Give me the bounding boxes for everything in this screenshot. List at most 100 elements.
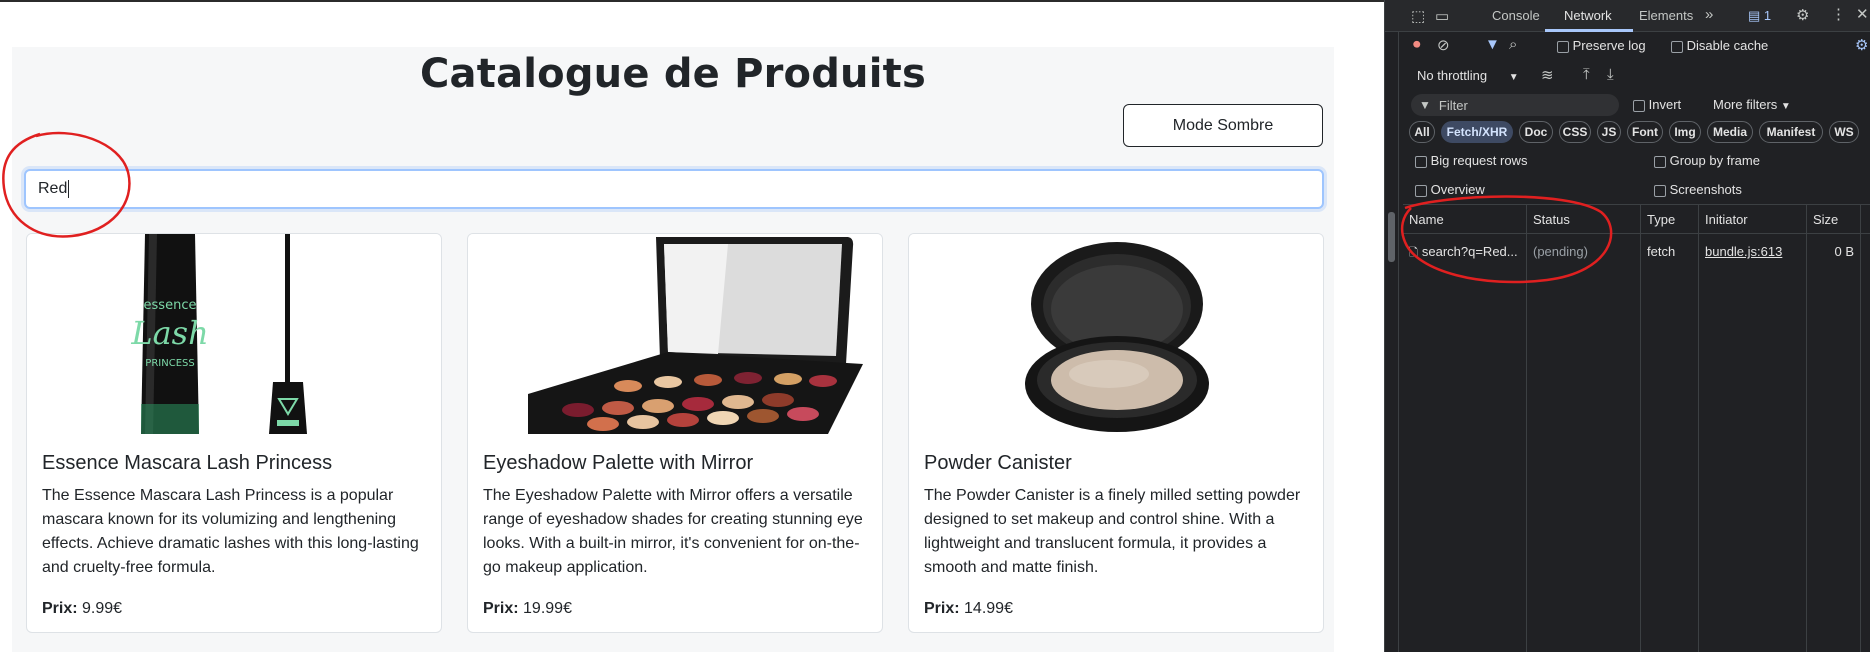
product-description: The Eyeshadow Palette with Mirror offers… (483, 487, 863, 576)
big-request-rows-checkbox[interactable]: Big request rows (1415, 153, 1527, 168)
clear-icon[interactable]: ⊘ (1437, 36, 1450, 54)
page-title: Catalogue de Produits (420, 51, 926, 97)
scrollbar-thumb[interactable] (1388, 212, 1395, 262)
throttling-select[interactable]: No throttling ▼ (1417, 68, 1519, 83)
chip-fetch-xhr[interactable]: Fetch/XHR (1441, 121, 1513, 143)
invert-label: Invert (1648, 97, 1682, 112)
screenshots-checkbox[interactable]: Screenshots (1654, 182, 1742, 197)
filter-icon: ▼ (1419, 98, 1431, 112)
chip-img[interactable]: Img (1669, 121, 1701, 143)
filter-input[interactable]: ▼ Filter (1411, 94, 1619, 116)
request-status: (pending) (1533, 244, 1588, 259)
more-options-icon[interactable]: ⋮ (1831, 5, 1846, 23)
search-input-value: Red (38, 180, 68, 197)
mascara-lash-text: Lash (130, 314, 208, 352)
column-header-type[interactable]: Type (1647, 212, 1675, 227)
product-name: Eyeshadow Palette with Mirror (483, 452, 754, 474)
product-price: Prix: 19.99€ (483, 600, 572, 618)
chip-manifest[interactable]: Manifest (1759, 121, 1823, 143)
more-tabs-icon[interactable]: » (1705, 6, 1713, 23)
chip-css[interactable]: CSS (1559, 121, 1591, 143)
price-value: 9.99€ (82, 600, 123, 617)
preserve-log-checkbox[interactable]: Preserve log (1557, 38, 1646, 53)
column-header-name[interactable]: Name (1409, 212, 1444, 227)
throttling-value: No throttling (1417, 68, 1488, 83)
disable-cache-checkbox[interactable]: Disable cache (1671, 38, 1768, 53)
active-tab-indicator (1545, 29, 1633, 32)
product-card[interactable]: Powder Canister The Powder Canister is a… (908, 233, 1324, 633)
product-price: Prix: 14.99€ (924, 600, 1013, 618)
product-description: The Powder Canister is a finely milled s… (924, 487, 1301, 576)
product-price: Prix: 9.99€ (42, 600, 122, 618)
record-stop-icon[interactable]: ⏺ (1413, 36, 1421, 53)
devtools-scrollbar[interactable] (1385, 32, 1399, 652)
more-filters-label: More filters (1713, 97, 1778, 112)
document-icon: 🗋 (1409, 247, 1418, 259)
screenshots-label: Screenshots (1669, 182, 1742, 197)
inspect-element-icon[interactable]: ⬚ (1411, 7, 1425, 25)
price-value: 14.99€ (964, 600, 1013, 617)
devtools-tab-bar: ⬚ ▭ Console Network Elements » ▤ 1 ⚙ ⋮ ✕ (1385, 0, 1870, 32)
overview-label: Overview (1430, 182, 1485, 197)
tab-console[interactable]: Console (1492, 8, 1540, 23)
chip-font[interactable]: Font (1627, 121, 1663, 143)
product-card[interactable]: essence Lash PRINCESS Essence Mascara La… (26, 233, 442, 633)
eyeshadow-palette-image (468, 234, 882, 434)
network-conditions-icon[interactable]: ≋ (1541, 66, 1554, 84)
devtools-panel: ⬚ ▭ Console Network Elements » ▤ 1 ⚙ ⋮ ✕… (1384, 0, 1870, 652)
price-label: Prix: (483, 600, 519, 617)
column-header-size[interactable]: Size (1813, 212, 1838, 227)
invert-checkbox[interactable]: Invert (1633, 97, 1681, 112)
throttling-row: No throttling ▼ ≋ ⤒ ⤓ (1385, 66, 1870, 86)
import-har-icon[interactable]: ⤒ (1583, 66, 1590, 83)
mascara-brand-text: essence (144, 298, 197, 313)
big-request-rows-label: Big request rows (1430, 153, 1528, 168)
search-input[interactable]: Red (24, 169, 1324, 209)
request-name[interactable]: 🗋 search?q=Red... (1409, 244, 1518, 263)
group-by-frame-checkbox[interactable]: Group by frame (1654, 153, 1760, 168)
column-type: Type fetch (1641, 204, 1699, 652)
filter-placeholder: Filter (1438, 97, 1468, 113)
network-settings-icon[interactable]: ⚙ (1855, 36, 1868, 54)
price-value: 19.99€ (523, 600, 572, 617)
filter-funnel-icon[interactable]: ▼ (1485, 36, 1500, 53)
search-icon[interactable]: ⌕ (1509, 36, 1517, 53)
tab-elements[interactable]: Elements (1639, 8, 1693, 23)
mascara-princess-text: PRINCESS (145, 358, 194, 369)
product-name: Powder Canister (924, 452, 1072, 474)
product-description: The Essence Mascara Lash Princess is a p… (42, 487, 419, 576)
preserve-log-label: Preserve log (1572, 38, 1646, 53)
overview-checkbox[interactable]: Overview (1415, 182, 1485, 197)
network-toolbar: ⏺ ⊘ ▼ ⌕ Preserve log Disable cache ⚙ (1385, 36, 1870, 58)
issues-badge[interactable]: ▤ 1 (1748, 8, 1771, 24)
chip-ws[interactable]: WS (1829, 121, 1859, 143)
product-grid: essence Lash PRINCESS Essence Mascara La… (26, 233, 1324, 633)
column-status: Status (pending) (1527, 204, 1641, 652)
device-toolbar-icon[interactable]: ▭ (1435, 7, 1449, 25)
export-har-icon[interactable]: ⤓ (1607, 66, 1614, 83)
tab-network[interactable]: Network (1564, 8, 1612, 23)
more-filters-dropdown[interactable]: More filters ▼ (1713, 97, 1791, 112)
request-size: 0 B (1834, 244, 1854, 259)
column-header-initiator[interactable]: Initiator (1705, 212, 1748, 227)
column-header-status[interactable]: Status (1533, 212, 1570, 227)
column-initiator: Initiator bundle.js:613 (1699, 204, 1807, 652)
settings-icon[interactable]: ⚙ (1796, 6, 1809, 24)
request-initiator-link[interactable]: bundle.js:613 (1705, 244, 1782, 259)
disable-cache-label: Disable cache (1686, 38, 1769, 53)
close-icon[interactable]: ✕ (1856, 5, 1869, 23)
column-name: Name 🗋 search?q=Red... (1403, 204, 1527, 652)
request-type: fetch (1647, 244, 1676, 259)
chip-js[interactable]: JS (1597, 121, 1621, 143)
chip-doc[interactable]: Doc (1519, 121, 1553, 143)
issues-count: 1 (1763, 8, 1772, 23)
catalogue-container: Catalogue de Produits Mode Sombre Red es… (12, 47, 1334, 652)
chip-media[interactable]: Media (1707, 121, 1753, 143)
chip-all[interactable]: All (1409, 121, 1435, 143)
product-name: Essence Mascara Lash Princess (42, 452, 333, 474)
product-card[interactable]: Eyeshadow Palette with Mirror The Eyesha… (467, 233, 883, 633)
mascara-image: essence Lash PRINCESS (27, 234, 441, 434)
price-label: Prix: (42, 600, 78, 617)
price-label: Prix: (924, 600, 960, 617)
dark-mode-button[interactable]: Mode Sombre (1123, 104, 1323, 147)
